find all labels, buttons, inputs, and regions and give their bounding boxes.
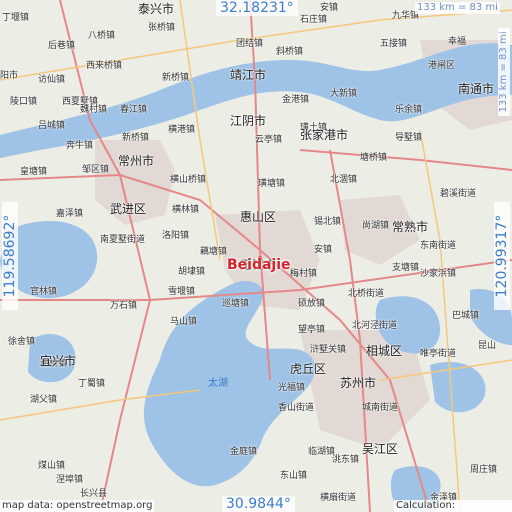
map-canvas[interactable]: 泰兴市 安镇 九华镇 丁堰镇 张桥镇 石庄镇 八桥镇 五接镇 幸福 后巷镇 团结镇 斜桥镇 港闸区 阳市访… (0, 0, 512, 512)
attribution-osm[interactable]: map data: openstreetmap.org (0, 500, 155, 512)
south-coordinate: 30.9844° (222, 496, 295, 512)
west-coordinate: 119.58692° (2, 202, 18, 310)
scale-top: 133 km = 83 mi (415, 2, 500, 14)
lake-label-layer: 太湖 (208, 376, 228, 389)
east-coordinate: 120.99317° (494, 202, 510, 310)
place-name[interactable]: Beidajie (227, 257, 291, 273)
scale-right: 133 km = 83 mi (498, 28, 510, 116)
attribution-geolist[interactable]: Calculation: geolist.org (394, 500, 512, 512)
lake-label: 太湖 (208, 376, 228, 389)
north-coordinate: 32.18231° (216, 0, 298, 16)
